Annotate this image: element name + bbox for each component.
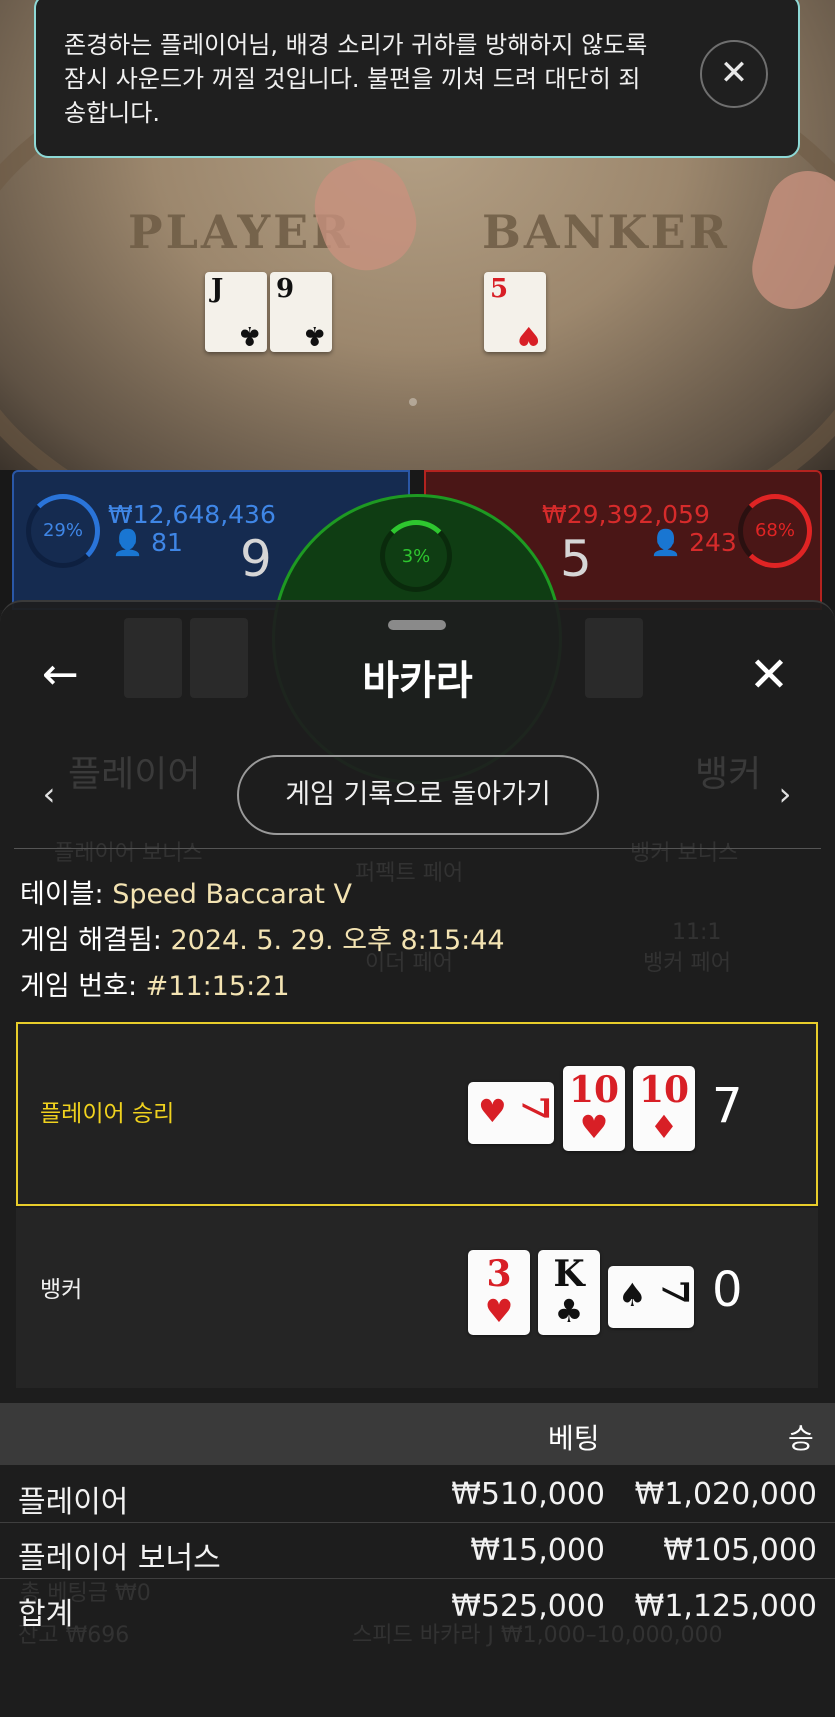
card-suit: ♥: [516, 320, 540, 350]
result-card: 3 ♥: [468, 1250, 530, 1335]
app-root: PLAYER BANKER J ♣ 9 ♣ 5 ♥ 존경하는 플레이어님, 배경…: [0, 0, 835, 1717]
table-info-value: Speed Baccarat V: [112, 879, 353, 910]
player-bet-amount: ₩12,648,436: [108, 500, 276, 529]
back-to-history-button[interactable]: 게임 기록으로 돌아가기: [237, 755, 599, 835]
result-card: 7 ♥: [468, 1082, 556, 1144]
header-win: 승: [788, 1422, 814, 1455]
banker-score: 5: [560, 530, 592, 588]
toast-close-button[interactable]: ✕: [700, 40, 768, 108]
tie-percent: 3%: [401, 546, 431, 567]
sheet-title: 바카라: [362, 658, 473, 704]
card-suit: ♥: [579, 1108, 609, 1146]
card-suit: ♣: [302, 320, 326, 350]
banker-total: 0: [712, 1262, 743, 1318]
video-banker-card: 5 ♥: [484, 272, 546, 352]
prev-game-chevron-icon[interactable]: ‹: [34, 775, 64, 813]
row-name: 플레이어: [18, 1485, 129, 1520]
ghost-player-bonus: 플레이어 보너스: [54, 841, 203, 866]
banker-count: 243: [689, 528, 737, 557]
game-number-label: 게임 번호:: [20, 971, 138, 1002]
result-card: 7 ♠: [608, 1266, 696, 1328]
row-win: ₩1,020,000: [634, 1477, 817, 1512]
close-icon[interactable]: ✕: [744, 650, 794, 700]
row-win: ₩105,000: [663, 1533, 817, 1568]
player-score: 9: [240, 530, 272, 588]
card-suit: ♥: [484, 1292, 514, 1330]
resolved-info-label: 게임 해결됨:: [20, 925, 162, 956]
banker-count-row: 👤 243: [650, 528, 737, 558]
card-rank: 3: [486, 1253, 512, 1295]
player-result-label: 플레이어 승리: [40, 1101, 175, 1127]
row-win: ₩1,125,000: [634, 1589, 817, 1624]
table-row: 플레이어 보너스 ₩15,000 ₩105,000: [0, 1523, 835, 1579]
card-suit: ♥: [478, 1092, 507, 1130]
card-rank: 7: [513, 1095, 556, 1121]
bet-table-header: 베팅 승: [0, 1403, 835, 1465]
table-row-total: 합계 ₩525,000 ₩1,125,000: [0, 1579, 835, 1635]
resolved-info: 게임 해결됨: 2024. 5. 29. 오후 8:15:44: [20, 918, 505, 957]
ghost-banker-label: 뱅커: [695, 754, 762, 795]
table-row: 플레이어 ₩510,000 ₩1,020,000: [0, 1467, 835, 1523]
ghost-banker-pair: 뱅커 페어: [643, 951, 731, 976]
video-player-card: 9 ♣: [270, 272, 332, 352]
person-icon: 👤: [650, 528, 682, 557]
player-count: 81: [151, 528, 183, 557]
page-indicator-dot: [409, 398, 417, 406]
header-bet: 베팅: [548, 1422, 600, 1455]
table-info-label: 테이블:: [20, 879, 104, 910]
row-bet: ₩15,000: [470, 1533, 605, 1568]
ghost-banker-bonus: 뱅커 보너스: [630, 841, 739, 866]
banker-result-label: 뱅커: [40, 1277, 83, 1303]
banker-result-row: [16, 1208, 818, 1388]
card-rank: 9: [276, 274, 295, 304]
video-player-card: J ♣: [205, 272, 267, 352]
game-number-info: 게임 번호: #11:15:21: [20, 964, 290, 1003]
ghost-banker-pair-odds: 11:1: [672, 920, 722, 945]
table-info: 테이블: Speed Baccarat V: [20, 872, 352, 911]
card-rank: 5: [490, 274, 509, 304]
ghost-player-label: 플레이어: [68, 754, 201, 795]
result-card: 10 ♦: [633, 1066, 695, 1151]
row-bet: ₩510,000: [451, 1477, 605, 1512]
card-rank: 10: [568, 1069, 620, 1111]
result-card: K ♣: [538, 1250, 600, 1335]
card-rank: 7: [653, 1279, 696, 1305]
ghost-perfect-pair: 퍼펙트 페어: [355, 861, 464, 886]
divider: [14, 848, 821, 849]
card-rank: K: [553, 1253, 585, 1295]
row-name: 플레이어 보너스: [18, 1541, 221, 1576]
player-total: 7: [712, 1078, 743, 1134]
result-card: 10 ♥: [563, 1066, 625, 1151]
toast-message: 존경하는 플레이어님, 배경 소리가 귀하를 방해하지 않도록 잠시 사운드가 …: [64, 31, 648, 127]
card-suit: ♣: [237, 320, 261, 350]
video-banker-label: BANKER: [482, 205, 730, 259]
resolved-info-value: 2024. 5. 29. 오후 8:15:44: [170, 925, 505, 956]
sheet-drag-handle[interactable]: [388, 620, 446, 630]
person-icon: 👤: [112, 528, 144, 557]
next-game-chevron-icon[interactable]: ›: [770, 775, 800, 813]
sound-notice-toast: 존경하는 플레이어님, 배경 소리가 귀하를 방해하지 않도록 잠시 사운드가 …: [34, 0, 800, 158]
banker-percent: 68%: [754, 520, 795, 541]
row-name: 합계: [18, 1597, 74, 1632]
card-suit: ♦: [649, 1108, 679, 1146]
banker-bet-amount: ₩29,392,059: [542, 500, 710, 529]
player-percent: 29%: [42, 520, 83, 541]
card-suit: ♠: [618, 1276, 647, 1314]
player-count-row: 👤 81: [112, 528, 183, 558]
game-number-value: #11:15:21: [145, 971, 290, 1002]
card-suit: ♣: [554, 1292, 584, 1330]
row-bet: ₩525,000: [451, 1589, 605, 1624]
card-rank: J: [211, 274, 224, 304]
card-rank: 10: [638, 1069, 690, 1111]
